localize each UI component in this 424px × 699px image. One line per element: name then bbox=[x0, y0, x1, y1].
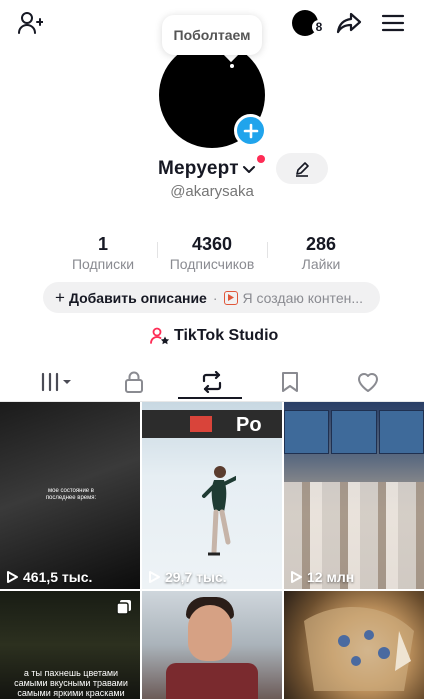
display-name: Меруерт bbox=[158, 158, 239, 179]
play-icon bbox=[7, 571, 18, 583]
chevron-down-icon bbox=[242, 166, 255, 173]
bookmark-icon bbox=[282, 372, 298, 392]
plus-icon bbox=[243, 123, 258, 138]
edit-profile-button[interactable] bbox=[276, 153, 328, 184]
bio-separator: · bbox=[212, 289, 218, 306]
video-thumbnail[interactable]: Po 29,7 тыс. bbox=[142, 402, 282, 589]
creature-artwork-image bbox=[304, 607, 414, 691]
menu-boards-image bbox=[284, 410, 424, 454]
video-thumbnail[interactable]: мое состояние в последнее время: 461,5 т… bbox=[0, 402, 140, 589]
view-count-value: 29,7 тыс. bbox=[165, 569, 227, 585]
video-caption: мое состояние в последнее время: bbox=[45, 488, 97, 501]
creator-category-button[interactable]: Я создаю контен... bbox=[223, 289, 363, 306]
play-icon bbox=[291, 571, 302, 583]
tiktok-studio-link[interactable]: TikTok Studio bbox=[150, 325, 278, 347]
view-count: 29,7 тыс. bbox=[148, 569, 227, 585]
add-bio-button[interactable]: + Добавить описание bbox=[55, 289, 207, 306]
person-shirt bbox=[166, 663, 258, 699]
video-thumbnail[interactable]: 12 млн bbox=[284, 402, 424, 589]
tab-liked[interactable] bbox=[352, 367, 384, 397]
following-label: Подписки bbox=[71, 256, 135, 272]
add-bio-label: Добавить описание bbox=[68, 289, 207, 306]
heart-icon bbox=[358, 373, 378, 392]
menu-icon[interactable] bbox=[379, 9, 407, 37]
username: @akarysaka bbox=[170, 183, 254, 200]
likes-label: Лайки bbox=[301, 256, 341, 272]
view-count-value: 12 млн bbox=[307, 569, 355, 585]
arena-banner-logo bbox=[190, 416, 212, 432]
content-tabs bbox=[0, 362, 424, 402]
lock-icon bbox=[125, 371, 143, 393]
grid-bars-icon bbox=[41, 372, 71, 392]
menu-board bbox=[284, 410, 330, 454]
menu-board bbox=[331, 410, 377, 454]
likes-count: 286 bbox=[305, 234, 337, 254]
photo-carousel-icon bbox=[116, 600, 131, 615]
arena-banner-text: Po bbox=[236, 414, 262, 436]
creator-category-label: Я создаю контен... bbox=[242, 289, 363, 306]
repost-icon bbox=[202, 371, 222, 393]
studio-label: TikTok Studio bbox=[174, 327, 279, 344]
profile-stats: 1 Подписки 4360 Подписчиков 286 Лайки bbox=[0, 234, 424, 274]
followers-label: Подписчиков bbox=[169, 256, 255, 272]
play-icon bbox=[223, 290, 238, 305]
likes-stat[interactable]: 286 Лайки bbox=[285, 234, 357, 273]
avatar-highlight bbox=[230, 64, 234, 68]
chat-tooltip[interactable]: Поболтаем bbox=[162, 15, 262, 55]
add-photo-button[interactable] bbox=[234, 114, 267, 147]
play-icon bbox=[149, 571, 160, 583]
video-thumbnail[interactable] bbox=[284, 591, 424, 699]
story-count-badge: 8 bbox=[312, 20, 326, 34]
studio-user-icon bbox=[150, 327, 170, 345]
tab-videos[interactable] bbox=[36, 367, 76, 397]
view-count: 12 млн bbox=[290, 569, 354, 585]
view-count-value: 461,5 тыс. bbox=[23, 569, 93, 585]
pencil-icon bbox=[296, 161, 309, 177]
video-thumbnail[interactable] bbox=[142, 591, 282, 699]
followers-count: 4360 bbox=[191, 234, 233, 254]
figure-skater-image bbox=[202, 466, 236, 556]
share-icon[interactable] bbox=[335, 9, 363, 37]
account-switcher[interactable]: Меруерт bbox=[158, 157, 256, 181]
tab-favorites[interactable] bbox=[274, 367, 306, 397]
following-stat[interactable]: 1 Подписки bbox=[63, 234, 143, 273]
followers-stat[interactable]: 4360 Подписчиков bbox=[160, 234, 264, 273]
tab-reposts[interactable] bbox=[196, 367, 228, 397]
person-face bbox=[188, 605, 232, 661]
video-thumbnail[interactable]: а ты пахнешь цветами самыми вкусными тра… bbox=[0, 591, 140, 699]
menu-board bbox=[378, 410, 424, 454]
video-caption: а ты пахнешь цветами самыми вкусными тра… bbox=[14, 668, 128, 698]
view-count: 461,5 тыс. bbox=[6, 569, 92, 585]
bio-bar: + Добавить описание · Я создаю контен... bbox=[43, 282, 380, 313]
add-friend-icon[interactable] bbox=[16, 9, 44, 37]
selected-tab-indicator bbox=[178, 397, 242, 399]
notification-dot bbox=[257, 155, 265, 163]
plus-icon: + bbox=[55, 288, 65, 307]
video-grid: мое состояние в последнее время: 461,5 т… bbox=[0, 402, 424, 699]
tab-private[interactable] bbox=[118, 367, 150, 397]
stat-divider bbox=[267, 242, 268, 258]
following-count: 1 bbox=[97, 234, 108, 254]
stat-divider bbox=[157, 242, 158, 258]
